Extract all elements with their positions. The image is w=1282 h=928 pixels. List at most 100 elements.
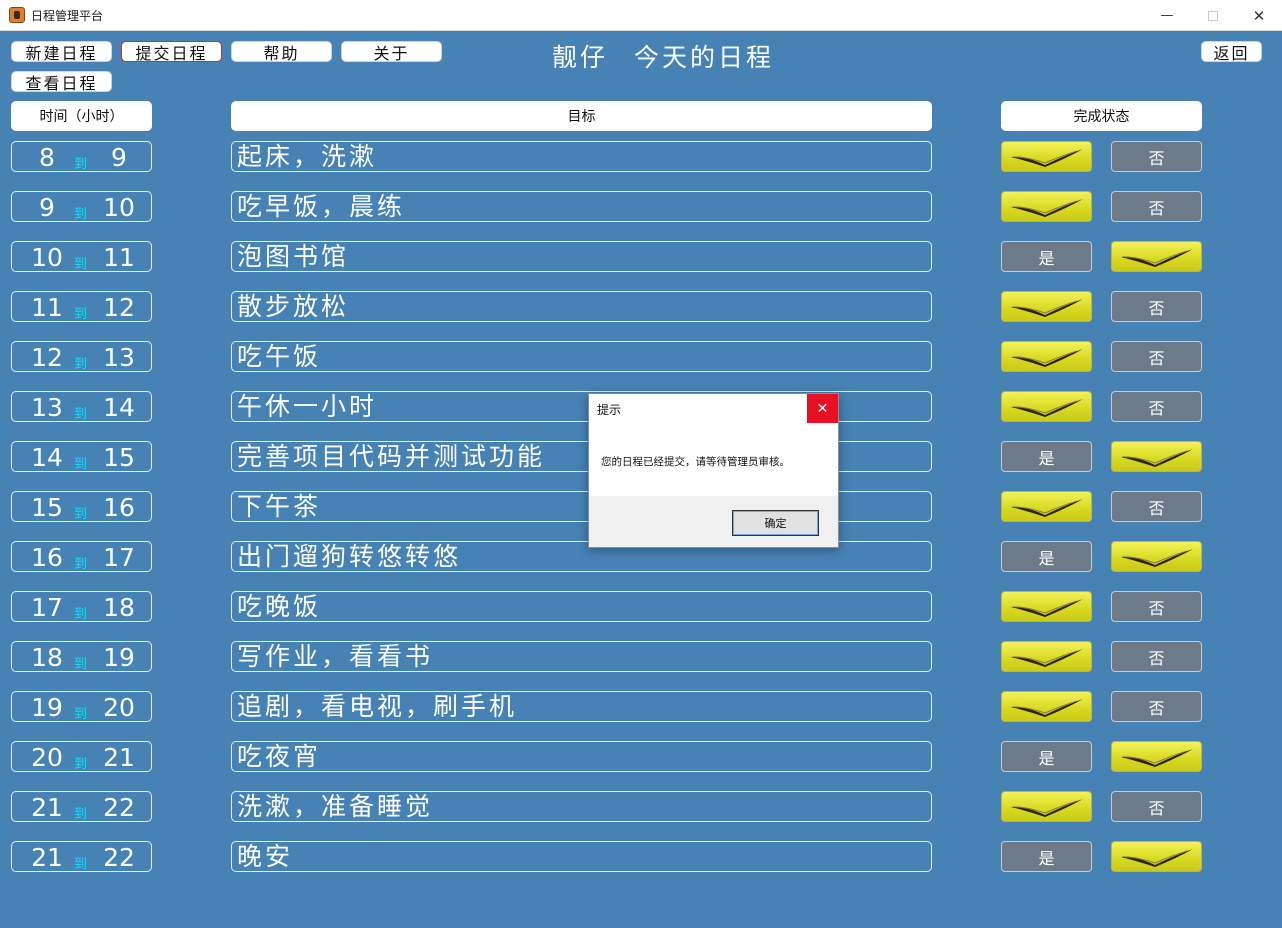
status-yes-button[interactable] [1001,391,1092,422]
goal-cell[interactable]: 写作业，看看书 [231,641,932,672]
time-end: 14 [103,393,135,422]
status-no-button[interactable]: 否 [1111,791,1202,822]
status-yes-button[interactable] [1001,191,1092,222]
goal-cell[interactable]: 吃夜宵 [231,741,932,772]
status-no-button[interactable]: 否 [1111,641,1202,672]
time-end: 18 [103,593,135,622]
status-no-button[interactable]: 否 [1111,491,1202,522]
yes-label: 是 [1038,548,1055,568]
time-cell: 16 到 17 [11,541,152,572]
goal-cell[interactable]: 吃午饭 [231,341,932,372]
status-yes-button[interactable] [1001,791,1092,822]
goal-cell[interactable]: 散步放松 [231,291,932,322]
checkmark-icon [1120,248,1193,267]
status-yes-button[interactable]: 是 [1001,441,1092,472]
goal-cell[interactable]: 起床，洗漱 [231,141,932,172]
status-no-button[interactable] [1111,241,1202,272]
column-header-goal: 目标 [231,101,932,131]
back-button[interactable]: 返回 [1201,41,1262,63]
time-end: 21 [103,743,135,772]
checkmark-icon [1120,748,1193,767]
checkmark-icon [1010,798,1083,817]
dialog-ok-button[interactable]: 确定 [732,510,819,536]
status-no-button[interactable] [1111,841,1202,872]
status-no-button[interactable]: 否 [1111,591,1202,622]
time-start: 17 [31,593,63,622]
time-start: 13 [31,393,63,422]
time-cell: 9 到 10 [11,191,152,222]
goal-cell[interactable]: 洗漱，准备睡觉 [231,791,932,822]
no-label: 否 [1148,648,1165,668]
time-start: 15 [31,493,63,522]
time-cell: 20 到 21 [11,741,152,772]
view-schedule-button[interactable]: 查看日程 [11,71,112,93]
minimize-button[interactable]: — [1144,0,1190,31]
status-no-button[interactable] [1111,741,1202,772]
time-start: 21 [31,843,63,872]
status-no-button[interactable] [1111,441,1202,472]
time-cell: 14 到 15 [11,441,152,472]
dialog-close-button[interactable]: ✕ [807,394,838,423]
status-no-button[interactable]: 否 [1111,691,1202,722]
time-start: 14 [31,443,63,472]
checkmark-icon [1010,148,1083,167]
no-label: 否 [1148,198,1165,218]
status-no-button[interactable]: 否 [1111,341,1202,372]
status-yes-button[interactable] [1001,491,1092,522]
page-title: 靓仔 今天的日程 [552,38,774,72]
submit-dialog: 提示 ✕ 您的日程已经提交，请等待管理员审核。 确定 [588,393,839,548]
goal-cell[interactable]: 吃晚饭 [231,591,932,622]
checkmark-icon [1010,298,1083,317]
no-label: 否 [1148,598,1165,618]
help-button[interactable]: 帮助 [231,41,332,63]
goal-cell[interactable]: 泡图书馆 [231,241,932,272]
maximize-button[interactable] [1190,0,1236,31]
checkmark-icon [1010,598,1083,617]
status-yes-button[interactable] [1001,591,1092,622]
checkmark-icon [1120,448,1193,467]
status-yes-button[interactable] [1001,141,1092,172]
status-yes-button[interactable]: 是 [1001,841,1092,872]
goal-cell[interactable]: 追剧，看电视，刷手机 [231,691,932,722]
status-yes-button[interactable] [1001,691,1092,722]
status-yes-button[interactable]: 是 [1001,541,1092,572]
status-yes-button[interactable] [1001,341,1092,372]
new-schedule-button[interactable]: 新建日程 [11,41,112,63]
time-start: 11 [31,293,63,322]
status-no-button[interactable]: 否 [1111,191,1202,222]
yes-label: 是 [1038,248,1055,268]
time-start: 8 [39,143,55,172]
time-end: 16 [103,493,135,522]
status-no-button[interactable]: 否 [1111,391,1202,422]
submit-schedule-button[interactable]: 提交日程 [121,41,222,63]
close-window-button[interactable]: ✕ [1236,0,1282,31]
checkmark-icon [1010,348,1083,367]
status-yes-button[interactable] [1001,641,1092,672]
time-cell: 10 到 11 [11,241,152,272]
checkmark-icon [1010,498,1083,517]
status-no-button[interactable]: 否 [1111,291,1202,322]
window-title: 日程管理平台 [31,9,104,23]
status-yes-button[interactable]: 是 [1001,241,1092,272]
checkmark-icon [1120,848,1193,867]
time-end: 9 [111,143,127,172]
time-start: 19 [31,693,63,722]
dialog-title: 提示 [597,403,622,417]
dialog-message: 您的日程已经提交，请等待管理员审核。 [601,456,790,468]
time-start: 18 [31,643,63,672]
status-no-button[interactable] [1111,541,1202,572]
status-no-button[interactable]: 否 [1111,141,1202,172]
time-end: 15 [103,443,135,472]
status-yes-button[interactable]: 是 [1001,741,1092,772]
goal-cell[interactable]: 吃早饭，晨练 [231,191,932,222]
goal-cell[interactable]: 晚安 [231,841,932,872]
checkmark-icon [1010,698,1083,717]
time-start: 21 [31,793,63,822]
yes-label: 是 [1038,448,1055,468]
time-cell: 13 到 14 [11,391,152,422]
time-start: 12 [31,343,63,372]
status-yes-button[interactable] [1001,291,1092,322]
about-button[interactable]: 关于 [341,41,442,63]
no-label: 否 [1148,348,1165,368]
time-cell: 19 到 20 [11,691,152,722]
